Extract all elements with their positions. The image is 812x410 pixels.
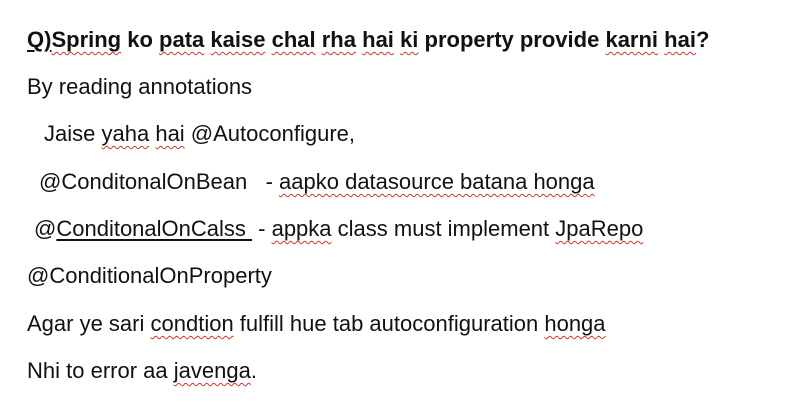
question-text: property provide (418, 27, 606, 52)
line-text: fulfill hue tab autoconfiguration (233, 311, 545, 336)
at-sign: @ (34, 216, 57, 241)
answer-line: By reading annotations (27, 74, 253, 99)
question-word-hai-2: hai (664, 27, 696, 52)
conditional-on-class-line: @ConditonalOnCalss - appka class must im… (34, 215, 643, 243)
question-prefix-q: Q) (27, 27, 52, 52)
question-word-ki: ki (400, 27, 419, 52)
question-word-rha: rha (321, 27, 356, 52)
conditional-on-property-line: @ConditionalOnProperty (27, 263, 272, 288)
line-text: Jaise (44, 121, 102, 146)
question-word-karni: karni (605, 27, 659, 52)
annotation-explanation: aapko datasource batana honga (279, 169, 595, 194)
line-text: @Autoconfigure, (184, 121, 356, 146)
question-word-hai: hai (362, 27, 394, 52)
question-word-pata: pata (159, 27, 205, 52)
question-mark: ? (695, 27, 710, 52)
autoconfigure-line: Jaise yaha hai @Autoconfigure, (44, 120, 355, 148)
period: . (250, 358, 257, 383)
word-hai: hai (155, 121, 185, 146)
condition-summary-line: Agar ye sari condtion fulfill hue tab au… (27, 310, 606, 338)
error-line: Nhi to error aa javenga. (27, 357, 257, 385)
question-text: ko (121, 27, 160, 52)
word-honga: honga (544, 311, 606, 336)
word-jparepo: JpaRepo (555, 216, 644, 241)
word-javenga: javenga (173, 358, 251, 383)
line-text: class must implement (331, 216, 556, 241)
question-word-kaise: kaise (210, 27, 266, 52)
word-appka: appka (271, 216, 332, 241)
line-text: - (252, 216, 272, 241)
conditional-on-bean-line: @ConditonalOnBean - aapko datasource bat… (39, 168, 595, 196)
question-heading: Q)Spring ko pata kaise chal rha hai ki p… (27, 26, 709, 54)
document-page: Q)Spring ko pata kaise chal rha hai ki p… (0, 0, 812, 410)
line-text: Agar ye sari (27, 311, 151, 336)
annotation-name-underlined: ConditonalOnCalss (56, 216, 253, 241)
word-yaha: yaha (101, 121, 150, 146)
word-condtion: condtion (150, 311, 234, 336)
question-word-spring: Spring (51, 27, 122, 52)
question-word-chal: chal (271, 27, 316, 52)
annotation-name: @ConditonalOnBean - (39, 169, 280, 194)
line-text: Nhi to error aa (27, 358, 174, 383)
